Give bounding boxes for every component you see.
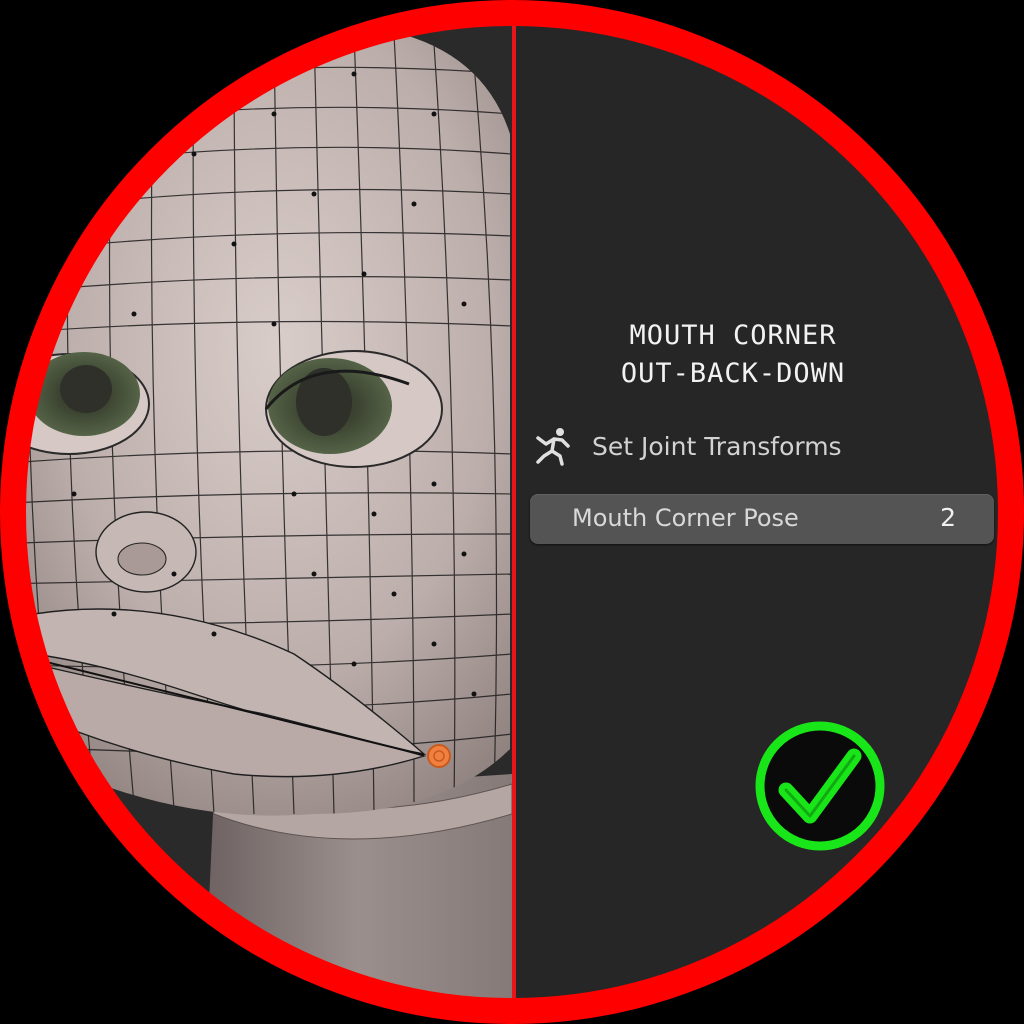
mouth-corner-pose-label: Mouth Corner Pose [572,504,799,532]
panel-title-line2: OUT-BACK-DOWN [620,358,846,389]
checkmark-circle-icon [755,721,885,851]
panel-title-line1: MOUTH CORNER [629,320,837,351]
mouth-corner-pose-value: 2 [940,503,956,532]
set-joint-transforms-label: Set Joint Transforms [592,431,842,461]
set-joint-transforms-button[interactable]: Set Joint Transforms [532,426,842,466]
mouth-corner-control-point[interactable] [427,744,451,768]
nose [95,511,197,593]
mouth-corner-pose-field[interactable]: Mouth Corner Pose 2 [530,494,994,544]
circular-frame-content: MOUTH CORNER OUT-BACK-DOWN Set Joint Tra… [14,14,1010,1010]
right-eye [264,350,443,468]
properties-panel: MOUTH CORNER OUT-BACK-DOWN Set Joint Tra… [516,14,1010,1010]
3d-viewport[interactable] [14,14,512,1010]
stage: MOUTH CORNER OUT-BACK-DOWN Set Joint Tra… [0,0,1024,1024]
running-figure-icon [536,428,570,466]
face-mesh-render [14,32,512,1010]
